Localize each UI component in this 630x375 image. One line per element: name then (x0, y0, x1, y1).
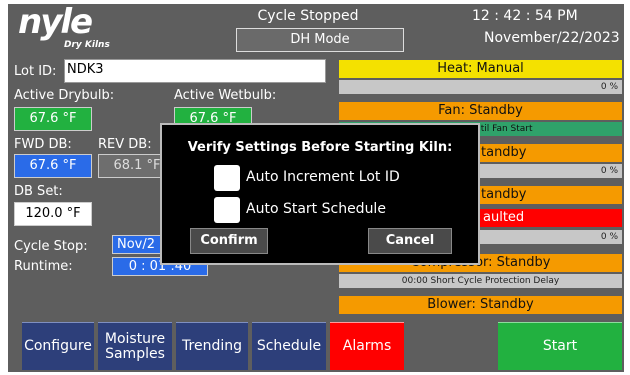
cancel-button[interactable]: Cancel (368, 228, 452, 254)
logo-wordmark: nyle (18, 4, 93, 42)
compressor-sub-status: 00:00 Short Cycle Protection Delay (339, 274, 622, 288)
db-set-input[interactable]: 120.0 °F (14, 202, 92, 226)
auto-start-label: Auto Start Schedule (246, 201, 386, 217)
configure-button[interactable]: Configure (22, 322, 94, 370)
fan-status: Fan: Standby (339, 102, 622, 120)
confirm-button[interactable]: Confirm (190, 228, 268, 254)
auto-increment-label: Auto Increment Lot ID (246, 169, 400, 185)
mode-display[interactable]: DH Mode (236, 28, 404, 52)
active-wetbulb-label: Active Wetbulb: (174, 88, 277, 103)
schedule-button[interactable]: Schedule (252, 322, 326, 370)
clock-date: November/22/2023 (484, 30, 620, 46)
blower-status: Blower: Standby (339, 296, 622, 314)
cycle-status-text: Cycle Stopped (257, 8, 359, 24)
active-drybulb-label: Active Drybulb: (14, 88, 115, 103)
active-drybulb-value: 67.6 °F (14, 107, 92, 131)
fwd-db-label: FWD DB: (14, 137, 72, 152)
heat-status: Heat: Manual (339, 60, 622, 78)
trending-button[interactable]: Trending (176, 322, 248, 370)
lot-id-label: Lot ID: (14, 64, 57, 79)
fwd-db-value: 67.6 °F (14, 154, 92, 178)
rev-db-label: REV DB: (98, 137, 152, 152)
runtime-label: Runtime: (14, 259, 73, 274)
cycle-stop-label: Cycle Stop: (14, 239, 88, 254)
dialog-title: Verify Settings Before Starting Kiln: (187, 140, 453, 155)
nyle-logo: nyle Dry Kilns (16, 4, 116, 54)
start-button[interactable]: Start (498, 322, 622, 370)
moisture-samples-button[interactable]: Moisture Samples (98, 322, 172, 370)
kiln-control-screen: nyle Dry Kilns Cycle Stopped DH Mode 12 … (8, 4, 624, 372)
clock-time: 12 : 42 : 54 PM (472, 8, 578, 24)
heat-percent: 0 % (339, 80, 622, 94)
auto-start-checkbox[interactable] (214, 197, 240, 223)
lot-id-input[interactable]: NDK3 (64, 59, 326, 83)
logo-subtitle: Dry Kilns (64, 40, 110, 50)
verify-settings-dialog: Verify Settings Before Starting Kiln: Au… (160, 123, 480, 265)
auto-increment-checkbox[interactable] (214, 165, 240, 191)
alarms-button[interactable]: Alarms (330, 322, 404, 370)
db-set-label: DB Set: (14, 184, 63, 199)
